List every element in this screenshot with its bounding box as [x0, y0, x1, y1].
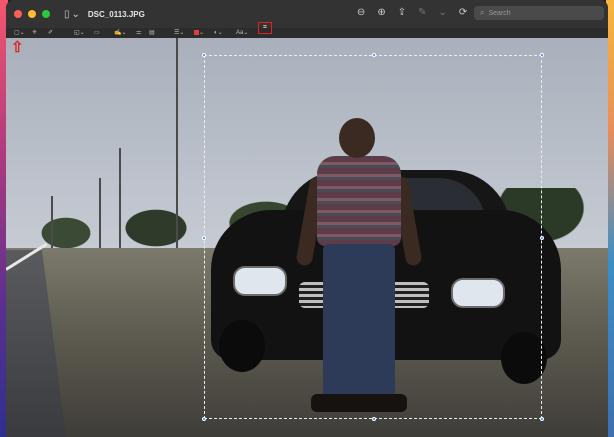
fill-color-icon[interactable]: ◐⌄ — [214, 29, 223, 37]
utility-pole — [99, 178, 101, 248]
selection-handle-bottom-left[interactable] — [202, 417, 206, 421]
traffic-lights — [14, 10, 50, 18]
share-icon[interactable]: ⇪ — [398, 7, 406, 18]
annotation-arrow-icon: ⇧ — [11, 39, 24, 56]
image-canvas[interactable]: K G — [6, 38, 608, 437]
border-color-button[interactable]: ⌄ — [194, 29, 204, 37]
sidebar-toggle-button[interactable]: ▯ ⌄ — [64, 9, 80, 20]
rectangular-selection-icon[interactable]: ▢⌄ — [14, 29, 25, 37]
preview-window: ▯ ⌄ DSC_0113.JPG ⊖ ⊕ ⇪ ✎ ⌄ ⟳ ◉ ⌕ Search … — [6, 0, 608, 437]
highlight-icon[interactable]: ✎ — [418, 7, 426, 18]
page-icon[interactable]: ▤ — [149, 29, 155, 37]
minimize-button[interactable] — [28, 10, 36, 18]
text-box-icon[interactable]: ▭ — [94, 29, 100, 37]
text-style-label: Aa — [236, 30, 244, 36]
crop-selection-rectangle[interactable] — [202, 53, 544, 421]
rotate-icon[interactable]: ⟳ — [459, 7, 467, 18]
color-swatch-icon — [194, 29, 199, 35]
zoom-in-icon[interactable]: ⊕ — [377, 7, 385, 18]
selection-handle-top-right[interactable] — [540, 53, 544, 57]
crop-button[interactable]: ⌗ — [258, 22, 272, 34]
line-style-icon[interactable]: ☰⌄ — [174, 29, 184, 37]
selection-handle-top[interactable] — [372, 53, 376, 57]
selection-handle-top-left[interactable] — [202, 53, 206, 57]
close-button[interactable] — [14, 10, 22, 18]
zoom-button[interactable] — [42, 10, 50, 18]
search-field[interactable]: ⌕ Search — [474, 6, 604, 20]
instant-alpha-icon[interactable]: ✳ — [32, 29, 37, 37]
titlebar-icon-group: ⊖ ⊕ ⇪ ✎ ⌄ ⟳ ◉ — [357, 7, 488, 18]
selection-handle-left[interactable] — [202, 236, 206, 240]
utility-pole — [176, 38, 178, 248]
chevron-down-icon: ⌄ — [71, 8, 80, 20]
crop-icon: ⌗ — [263, 24, 267, 31]
selection-handle-bottom[interactable] — [372, 417, 376, 421]
selection-handle-right[interactable] — [540, 236, 544, 240]
document-title: DSC_0113.JPG — [87, 9, 145, 19]
sign-icon[interactable]: ✍⌄ — [114, 29, 127, 37]
selection-handle-bottom-right[interactable] — [540, 417, 544, 421]
sidebar-icon: ▯ — [64, 8, 70, 20]
chevron-down-icon[interactable]: ⌄ — [438, 7, 446, 18]
utility-pole — [51, 196, 53, 248]
shapes-icon[interactable]: ◱⌄ — [74, 29, 85, 37]
title-bar: ▯ ⌄ DSC_0113.JPG ⊖ ⊕ ⇪ ✎ ⌄ ⟳ ◉ ⌕ Search — [6, 0, 608, 28]
text-style-button[interactable]: Aa⌄ — [236, 29, 248, 37]
search-icon: ⌕ — [480, 8, 485, 17]
utility-pole — [119, 148, 121, 248]
search-placeholder: Search — [488, 9, 511, 17]
sketch-icon[interactable]: ✐ — [48, 29, 53, 37]
zoom-out-icon[interactable]: ⊖ — [357, 7, 365, 18]
adjust-color-icon[interactable]: ⚌ — [136, 29, 141, 37]
